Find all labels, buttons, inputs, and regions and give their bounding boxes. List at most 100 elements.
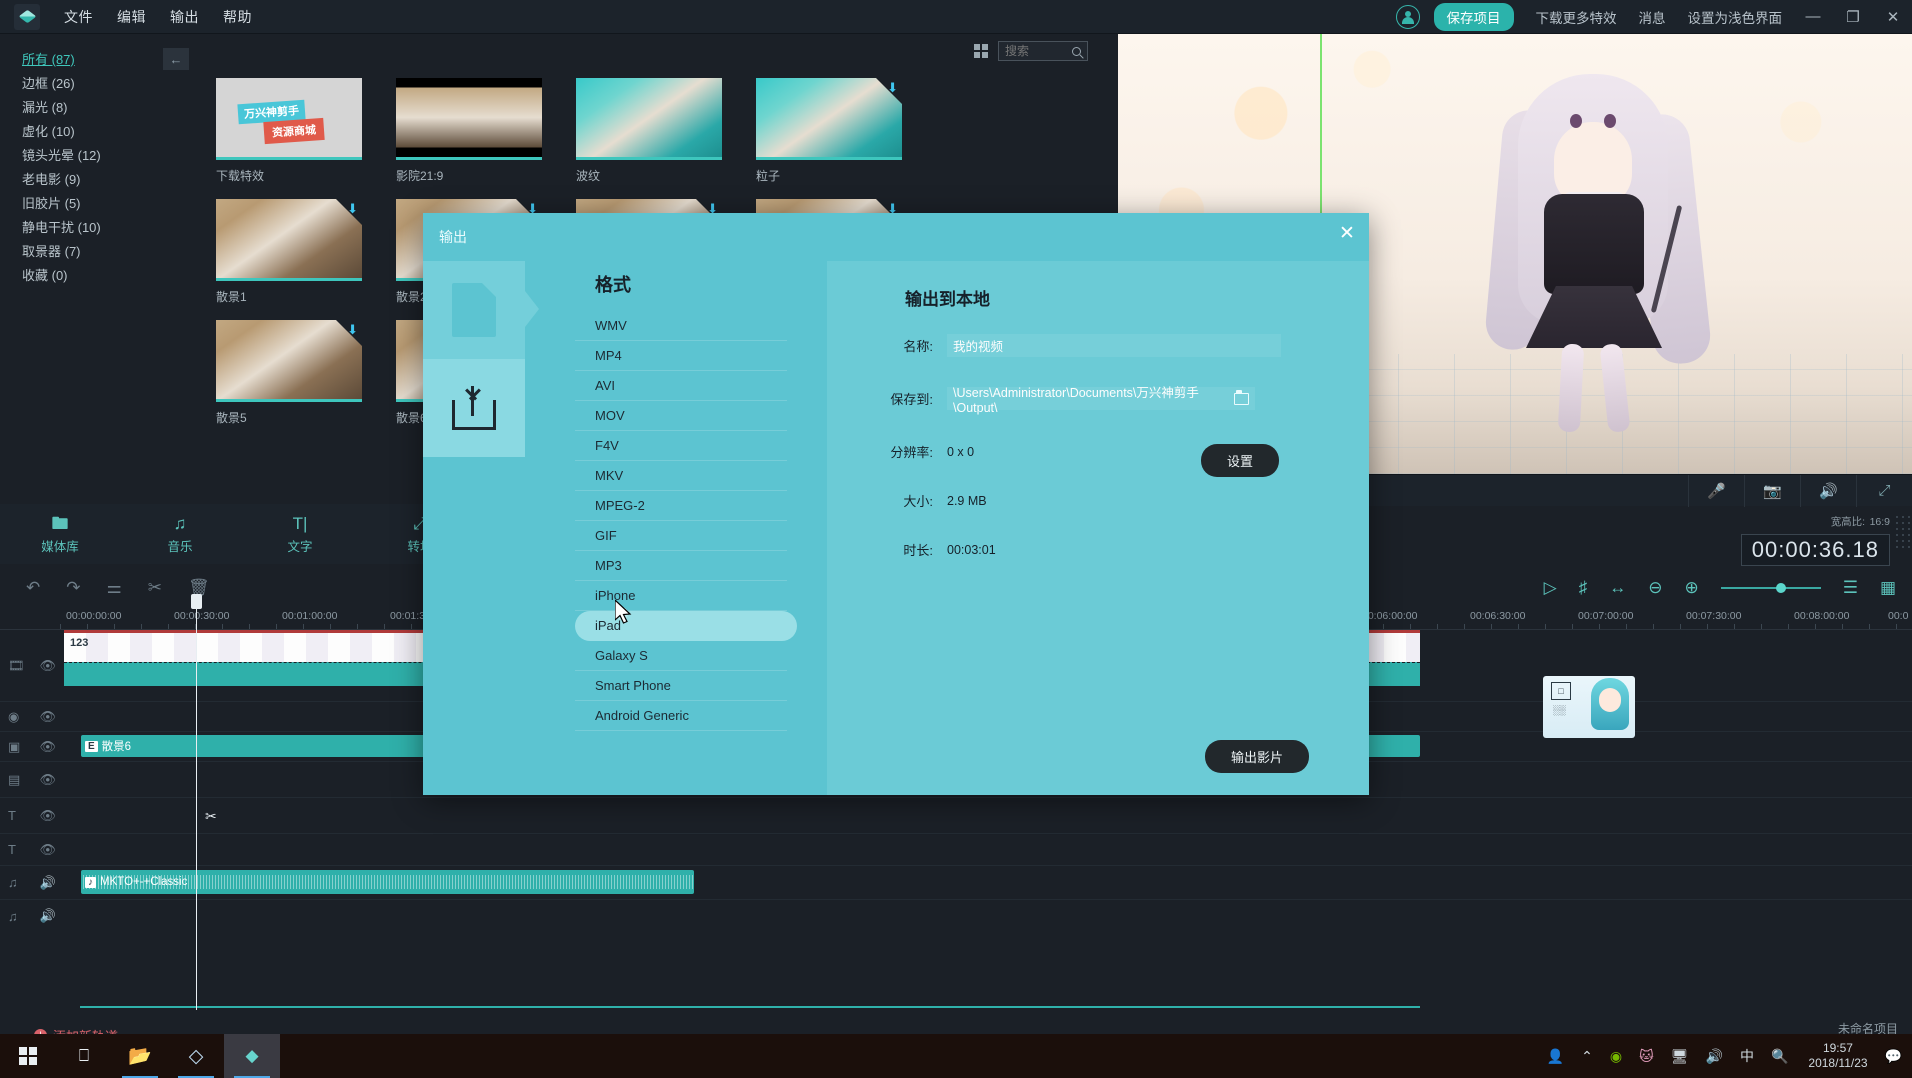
messages-link[interactable]: 消息	[1639, 7, 1666, 27]
grid-view-icon[interactable]: ▦	[1880, 578, 1896, 598]
name-input[interactable]: 我的视频	[947, 334, 1281, 357]
menu-edit[interactable]: 编辑	[117, 7, 146, 27]
category-blur[interactable]: 虚化 (10)	[22, 124, 196, 140]
timecode-display[interactable]: 00:00:36.18	[1740, 534, 1890, 566]
fit-icon[interactable]: ↔	[1609, 578, 1626, 598]
zoom-slider-knob[interactable]	[1775, 583, 1786, 593]
format-option-mkv[interactable]: MKV	[575, 461, 787, 491]
download-icon[interactable]: ⬇	[347, 202, 358, 215]
sogou-icon[interactable]: 🔍	[1771, 1048, 1788, 1065]
network-icon[interactable]: 🖥	[1671, 1048, 1689, 1065]
volume-icon[interactable]: 🔊	[1706, 1048, 1723, 1065]
fullscreen-icon[interactable]: ⤢	[1856, 474, 1912, 507]
effect-item[interactable]: 影院21:9	[396, 78, 542, 184]
eye-icon[interactable]: 👁	[39, 808, 56, 824]
effect-item[interactable]: 万兴神剪手 资源商城 下载特效	[216, 78, 362, 184]
tab-music[interactable]: ♫ 音乐	[120, 514, 240, 555]
effect-thumbnail[interactable]: ⬇	[216, 199, 362, 281]
track-lane[interactable]	[64, 798, 1912, 833]
sidebar-item-share[interactable]	[423, 359, 525, 457]
zoom-out-icon[interactable]: ⊖	[1648, 578, 1662, 598]
format-option-smartphone[interactable]: Smart Phone	[575, 671, 787, 701]
format-option-mp4[interactable]: MP4	[575, 341, 787, 371]
adjust-icon[interactable]: ⚌	[107, 578, 122, 598]
eye-icon[interactable]: 👁	[39, 658, 56, 674]
effect-thumbnail[interactable]	[396, 78, 542, 160]
speaker-icon[interactable]: 🔊	[1800, 474, 1856, 507]
menu-export[interactable]: 输出	[170, 7, 199, 27]
effect-thumbnail[interactable]: 万兴神剪手 资源商城	[216, 78, 362, 160]
track-row-audio-1[interactable]: ♫ 🔊 ♪ MKTO+-+Classic	[0, 866, 1912, 900]
category-oldfilm[interactable]: 旧胶片 (5)	[22, 196, 196, 212]
render-icon[interactable]: ▷	[1544, 578, 1557, 598]
format-option-wmv[interactable]: WMV	[575, 311, 787, 341]
track-lane[interactable]: ♪ MKTO+-+Classic	[64, 866, 1912, 899]
mic-icon[interactable]: 🎤	[1688, 474, 1744, 507]
light-theme-link[interactable]: 设置为浅色界面	[1688, 7, 1783, 27]
start-button[interactable]	[0, 1034, 56, 1078]
tab-media-library[interactable]: 🖿 媒体库	[0, 514, 120, 555]
track-row-text-1[interactable]: T 👁	[0, 798, 1912, 834]
undo-icon[interactable]: ↶	[26, 578, 40, 598]
effect-item[interactable]: ⬇ 散景1	[216, 199, 362, 305]
effect-item[interactable]: ⬇ 粒子	[756, 78, 902, 184]
redo-icon[interactable]: ↷	[66, 578, 80, 598]
track-lane[interactable]	[64, 834, 1912, 865]
export-dialog[interactable]: 输出 ✕ 格式 WMV MP4 AVI MOV F4V MKV MPEG-2 G…	[423, 213, 1369, 795]
audio-clip[interactable]: ♪ MKTO+-+Classic	[81, 870, 694, 894]
speaker-icon[interactable]: 🔊	[40, 875, 56, 891]
audio-detach-icon[interactable]: ♯	[1579, 578, 1588, 598]
list-view-icon[interactable]: ☰	[1843, 578, 1858, 598]
effect-thumbnail[interactable]: ⬇	[756, 78, 902, 160]
people-icon[interactable]: 👤	[1547, 1048, 1564, 1065]
search-box[interactable]	[998, 41, 1088, 61]
resize-grip[interactable]	[1894, 514, 1910, 548]
category-lightleak[interactable]: 漏光 (8)	[22, 100, 196, 116]
file-explorer-button[interactable]: 📂	[112, 1034, 168, 1078]
category-viewfinder[interactable]: 取景器 (7)	[22, 244, 196, 260]
dialog-close-button[interactable]: ✕	[1335, 221, 1359, 245]
store-button[interactable]: ◇	[168, 1034, 224, 1078]
category-favorites[interactable]: 收藏 (0)	[22, 268, 196, 284]
track-row-text-2[interactable]: T 👁	[0, 834, 1912, 866]
split-marker-icon[interactable]: ✂	[205, 808, 217, 825]
menu-help[interactable]: 帮助	[223, 7, 252, 27]
sidebar-item-local[interactable]	[423, 261, 539, 359]
eye-icon[interactable]: 👁	[39, 842, 56, 858]
format-option-ipad[interactable]: iPad	[575, 607, 797, 641]
settings-button[interactable]: 设置	[1201, 444, 1280, 477]
format-option-iphone[interactable]: iPhone	[575, 581, 787, 611]
speaker-icon[interactable]: 🔊	[40, 908, 56, 924]
path-input[interactable]: \Users\Administrator\Documents\万兴神剪手\Out…	[947, 386, 1255, 415]
effect-item[interactable]: 波纹	[576, 78, 722, 184]
category-border[interactable]: 边框 (26)	[22, 76, 196, 92]
download-icon[interactable]: ⬇	[347, 323, 358, 336]
grid-view-icon[interactable]	[974, 44, 988, 58]
notification-icon[interactable]: 💬	[1885, 1048, 1902, 1065]
pet-icon[interactable]: 🐱	[1639, 1048, 1654, 1065]
eye-icon[interactable]: 👁	[39, 739, 56, 755]
task-view-button[interactable]: ⎕	[56, 1034, 112, 1078]
format-option-f4v[interactable]: F4V	[575, 431, 787, 461]
search-input[interactable]	[1005, 44, 1072, 58]
format-option-mov[interactable]: MOV	[575, 401, 787, 431]
effect-thumbnail[interactable]: ⬇	[216, 320, 362, 402]
category-lensflare[interactable]: 镜头光晕 (12)	[22, 148, 196, 164]
format-option-android[interactable]: Android Generic	[575, 701, 787, 731]
folder-icon[interactable]	[1234, 390, 1249, 405]
format-option-galaxys[interactable]: Galaxy S	[575, 641, 787, 671]
filmora-taskbar-button[interactable]: ◆	[224, 1034, 280, 1078]
menu-file[interactable]: 文件	[64, 7, 93, 27]
playhead[interactable]	[191, 594, 202, 1010]
save-project-button[interactable]: 保存项目	[1433, 2, 1514, 31]
download-icon[interactable]: ⬇	[887, 81, 898, 94]
eye-icon[interactable]: 👁	[39, 709, 56, 725]
minimize-button[interactable]: —	[1804, 8, 1822, 25]
collapse-panel-button[interactable]: ←	[163, 48, 189, 70]
account-icon[interactable]	[1395, 4, 1420, 29]
effect-thumbnail[interactable]	[576, 78, 722, 160]
zoom-slider[interactable]	[1720, 583, 1821, 593]
effect-item[interactable]: ⬇ 散景5	[216, 320, 362, 426]
format-option-avi[interactable]: AVI	[575, 371, 787, 401]
category-oldmovie[interactable]: 老电影 (9)	[22, 172, 196, 188]
